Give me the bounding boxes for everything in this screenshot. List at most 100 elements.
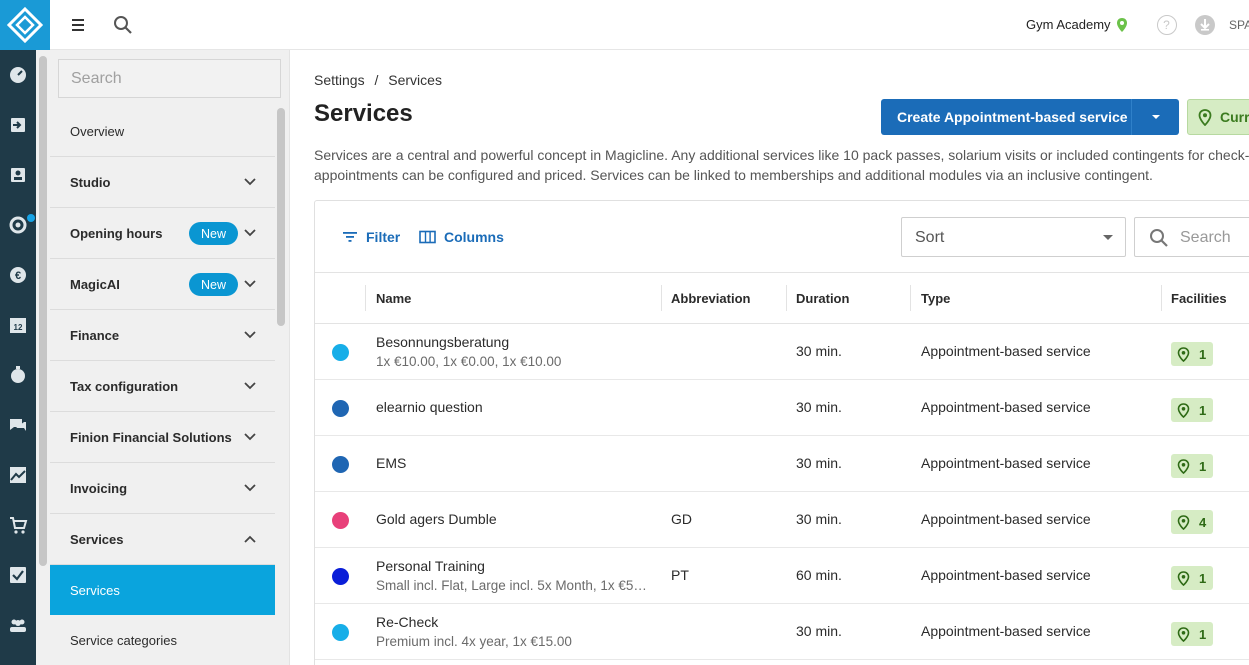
create-options-dropdown[interactable]	[1131, 99, 1179, 135]
facilities-badge[interactable]: 4	[1171, 510, 1213, 534]
settings-gear-icon[interactable]	[8, 215, 28, 235]
service-color-dot	[332, 456, 349, 473]
table-row[interactable]: EMS 30 min. Appointment-based service 1	[315, 436, 1249, 492]
location-pin-icon	[1177, 626, 1190, 642]
sidebar-item-overview[interactable]: Overview	[50, 106, 275, 157]
tasks-check-icon[interactable]	[8, 565, 28, 585]
outer-scrollbar[interactable]	[39, 56, 47, 566]
facilities-count: 1	[1199, 570, 1207, 586]
sidebar-search-input[interactable]: Search	[58, 59, 281, 98]
service-name[interactable]: Besonnungsberatung	[376, 334, 509, 350]
service-color-dot	[332, 400, 349, 417]
checkin-icon[interactable]	[8, 115, 28, 135]
sort-select[interactable]: Sort	[901, 217, 1126, 257]
svg-text:?: ?	[1163, 18, 1170, 32]
customers-icon[interactable]	[8, 165, 28, 185]
service-price-summary: 1x €10.00, 1x €0.00, 1x €10.00	[376, 354, 562, 369]
table-row[interactable]: elearnio question 30 min. Appointment-base…	[315, 380, 1249, 436]
service-duration: 30 min.	[796, 511, 842, 527]
table-row[interactable]: Gold agers Dumble GD 30 min. Appointment-ba…	[315, 492, 1249, 548]
column-divider	[910, 285, 911, 311]
top-bar: Gym Academy ? SPA	[50, 0, 1249, 50]
chevron-down-icon	[244, 433, 256, 441]
sort-label: Sort	[915, 229, 945, 246]
service-name[interactable]: Personal Training	[376, 558, 485, 574]
table-search-input[interactable]: Search	[1134, 217, 1249, 257]
sidebar-item-finance[interactable]: Finance	[50, 310, 275, 361]
header-type[interactable]: Type	[921, 291, 950, 306]
facilities-badge[interactable]: 1	[1171, 342, 1213, 366]
sidebar-item-services-group[interactable]: Services	[50, 514, 275, 565]
studio-selector[interactable]: Gym Academy	[1026, 17, 1111, 32]
shop-cart-icon[interactable]	[8, 515, 28, 535]
magicline-logo[interactable]	[0, 0, 50, 50]
staff-group-icon[interactable]	[8, 615, 28, 635]
columns-button[interactable]: Columns	[419, 229, 504, 245]
calendar-icon[interactable]: 12	[8, 315, 28, 335]
sidebar-item-label: Services	[70, 582, 120, 598]
sidebar-item-studio[interactable]: Studio	[50, 157, 275, 208]
description-line: appointments can be configured and price…	[314, 167, 1153, 183]
facilities-badge[interactable]: 1	[1171, 566, 1213, 590]
analytics-icon[interactable]	[8, 465, 28, 485]
finance-euro-icon[interactable]: €	[8, 265, 28, 285]
chat-icon[interactable]	[8, 415, 28, 435]
sidebar-item-label: Services	[70, 531, 124, 547]
svg-text:12: 12	[14, 323, 23, 332]
global-search-icon[interactable]	[112, 14, 134, 36]
table-row[interactable]: Re-Check Premium incl. 4x year, 1x €15.00…	[315, 604, 1249, 660]
service-type: Appointment-based service	[921, 567, 1091, 583]
current-button-label: Curre	[1220, 109, 1249, 125]
location-pin-icon	[1177, 402, 1190, 418]
caret-down-icon	[1103, 235, 1113, 240]
download-icon[interactable]	[1195, 15, 1215, 35]
service-name[interactable]: elearnio question	[376, 399, 483, 415]
timer-icon[interactable]	[8, 365, 28, 385]
service-name[interactable]: Gold agers Dumble	[376, 511, 497, 527]
sidebar-item-invoicing[interactable]: Invoicing	[50, 463, 275, 514]
service-color-dot	[332, 624, 349, 641]
sidebar-scrollbar[interactable]	[277, 108, 285, 326]
sidebar-item-label: MagicAI	[70, 276, 120, 292]
sidebar-item-magicai[interactable]: MagicAI New	[50, 259, 275, 310]
description-line: Services are a central and powerful conc…	[314, 147, 1249, 163]
filter-label: Filter	[366, 229, 401, 245]
breadcrumb-settings-link[interactable]: Settings	[314, 72, 365, 88]
facilities-count: 1	[1199, 626, 1207, 642]
language-selector[interactable]: SPA	[1229, 18, 1249, 32]
header-name[interactable]: Name	[376, 291, 411, 306]
filter-button[interactable]: Filter	[342, 229, 400, 245]
services-table-card: Filter Columns Sort Search Name Abbrevia…	[314, 200, 1249, 665]
service-duration: 30 min.	[796, 455, 842, 471]
facilities-badge[interactable]: 1	[1171, 454, 1213, 478]
table-row[interactable]: Besonnungsberatung 1x €10.00, 1x €0.00, 1…	[315, 324, 1249, 380]
header-duration[interactable]: Duration	[796, 291, 849, 306]
breadcrumb-separator: /	[374, 72, 379, 88]
header-abbreviation[interactable]: Abbreviation	[671, 291, 750, 306]
hamburger-menu-icon[interactable]	[68, 14, 90, 36]
search-icon	[1150, 229, 1168, 247]
sidebar-item-services[interactable]: Services	[50, 565, 275, 615]
service-duration: 30 min.	[796, 623, 842, 639]
settings-nav: Overview Studio Opening hours New MagicA…	[50, 106, 275, 665]
create-appointment-service-button[interactable]: Create Appointment-based service	[881, 99, 1179, 135]
service-type: Appointment-based service	[921, 455, 1091, 471]
chevron-down-icon	[244, 229, 256, 237]
facilities-badge[interactable]: 1	[1171, 622, 1213, 646]
sidebar-item-tax-configuration[interactable]: Tax configuration	[50, 361, 275, 412]
sidebar-item-service-categories[interactable]: Service categories	[50, 615, 275, 665]
sidebar-item-finion[interactable]: Finion Financial Solutions	[50, 412, 275, 463]
location-pin-icon	[1177, 346, 1190, 362]
service-name[interactable]: EMS	[376, 455, 406, 471]
service-type: Appointment-based service	[921, 623, 1091, 639]
service-abbreviation: GD	[671, 511, 692, 527]
header-facilities[interactable]: Facilities	[1171, 291, 1227, 306]
dashboard-icon[interactable]	[8, 65, 28, 85]
table-row[interactable]: Personal Training Small incl. Flat, Large…	[315, 548, 1249, 604]
facilities-badge[interactable]: 1	[1171, 398, 1213, 422]
facilities-count: 4	[1199, 514, 1207, 530]
current-location-button[interactable]: Curre	[1187, 99, 1249, 135]
service-name[interactable]: Re-Check	[376, 614, 438, 630]
sidebar-item-opening-hours[interactable]: Opening hours New	[50, 208, 275, 259]
help-icon[interactable]: ?	[1157, 15, 1177, 35]
